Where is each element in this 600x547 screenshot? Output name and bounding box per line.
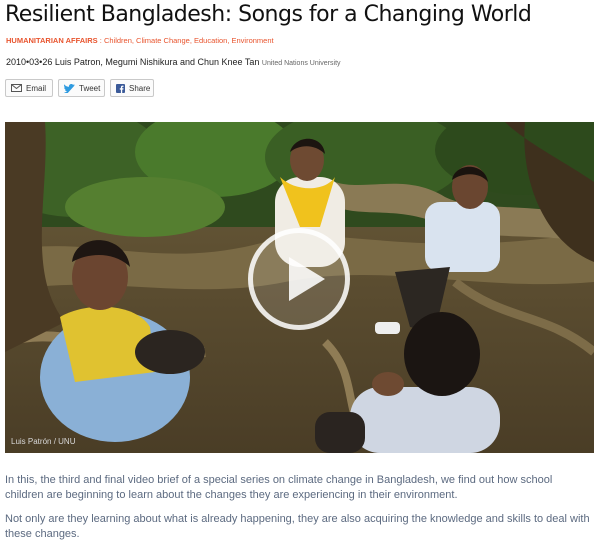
facebook-share-button[interactable]: Share [110,79,154,97]
facebook-share-label: Share [129,83,151,93]
author-link[interactable]: Megumi Nishikura [105,57,177,67]
play-button[interactable] [248,228,350,330]
email-share-label: Email [26,83,47,93]
category-line: HUMANITARIAN AFFAIRS : Children, Climate… [6,36,274,45]
tweet-button[interactable]: Tweet [58,79,105,97]
video-player[interactable]: Luis Patrón / UNU [5,122,594,453]
author-joiner: and [179,57,195,67]
category-tags-link[interactable]: Children, Climate Change, Education, Env… [104,36,274,45]
author-affiliation: United Nations University [261,60,341,67]
photo-credit: Luis Patrón / UNU [11,437,76,446]
play-icon [289,257,325,301]
email-share-button[interactable]: Email [5,79,53,97]
envelope-icon [11,84,22,92]
article-title: Resilient Bangladesh: Songs for a Changi… [5,2,532,27]
tweet-label: Tweet [79,83,101,93]
publish-date: 2010•03•26 [6,57,53,67]
author-link[interactable]: Chun Knee Tan [198,57,260,67]
facebook-f-icon [116,83,125,93]
byline: 2010•03•26 Luis Patron, Megumi Nishikura… [6,57,341,67]
article-paragraph: Not only are they learning about what is… [5,513,590,540]
article-paragraph: In this, the third and final video brief… [5,474,553,501]
author-link[interactable]: Luis Patron [55,57,101,67]
twitter-bird-icon [64,83,75,93]
category-section-link[interactable]: HUMANITARIAN AFFAIRS [6,36,98,45]
